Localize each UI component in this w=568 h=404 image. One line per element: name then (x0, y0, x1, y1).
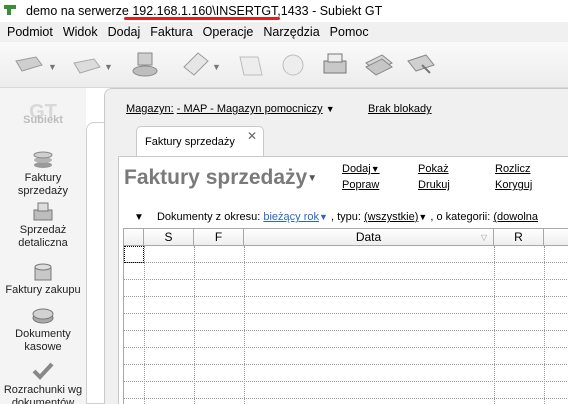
menu-dodaj[interactable]: Dodaj (103, 25, 146, 39)
tab-label: Faktury sprzedaży (145, 136, 235, 148)
type-dropdown[interactable]: (wszystkie) (364, 211, 418, 223)
app-logo-icon (4, 5, 16, 15)
sort-indicator-icon: ▽ (480, 233, 487, 242)
table-row[interactable] (124, 365, 568, 382)
nav-dokumenty-kasowe[interactable]: Dokumenty kasowe (0, 304, 86, 354)
documents-table: S F Data ▽ R (123, 228, 568, 404)
documents-icon[interactable] (362, 49, 396, 81)
focused-cell[interactable] (124, 246, 144, 263)
left-navigation: GT Subiekt Faktury sprzedaży Sprzedaż de… (0, 88, 86, 404)
period-dropdown[interactable]: bieżący rok (263, 211, 319, 223)
table-row[interactable] (124, 263, 568, 280)
table-row[interactable] (124, 314, 568, 331)
category-dropdown[interactable]: (dowolna (493, 211, 538, 223)
chevron-down-icon: ▼ (418, 212, 428, 222)
send-document-icon[interactable] (12, 49, 46, 81)
column-header-r[interactable]: R (494, 229, 544, 246)
chevron-down-icon: ▼ (370, 164, 380, 174)
nav-faktury-sprzedazy[interactable]: Faktury sprzedaży (0, 148, 86, 198)
window-title: demo na serwerze 192.168.1.160\INSERTGT,… (26, 4, 383, 18)
column-header-extra[interactable] (544, 229, 568, 246)
page-title[interactable]: Faktury sprzedaży▼ (124, 166, 317, 190)
cash-register-icon (33, 202, 53, 221)
table-row[interactable] (124, 297, 568, 314)
menu-widok[interactable]: Widok (58, 25, 103, 39)
table-row[interactable] (124, 246, 568, 263)
toolbar: ▼ ▼ ▼ (0, 42, 568, 88)
brand-label: Subiekt (23, 114, 63, 126)
popraw-button[interactable]: Popraw (342, 179, 379, 191)
column-header-f[interactable]: F (194, 229, 244, 246)
menu-faktura[interactable]: Faktura (145, 25, 197, 39)
nav-rozrachunki[interactable]: Rozrachunki wg dokumentów (0, 360, 86, 404)
table-row[interactable] (124, 348, 568, 365)
coins-icon (32, 308, 54, 324)
column-header-data[interactable]: Data ▽ (244, 229, 494, 246)
coins-stack-icon (34, 263, 52, 281)
filter-toggle-icon[interactable]: ▼ (134, 212, 144, 223)
coins-stack-icon (33, 151, 53, 168)
table-row[interactable] (124, 331, 568, 348)
chevron-down-icon: ▼ (319, 212, 328, 222)
rozlicz-button[interactable]: Rozlicz (495, 163, 530, 175)
menu-operacje[interactable]: Operacje (198, 25, 259, 39)
pokaz-button[interactable]: Pokaż (418, 163, 449, 175)
red-underline-annotation (124, 17, 280, 20)
blokady-link[interactable]: Brak blokady (368, 103, 432, 115)
close-icon[interactable]: ✕ (247, 129, 257, 143)
export-icon[interactable] (404, 49, 438, 81)
printer-icon[interactable] (318, 49, 352, 81)
filter-bar: ▼ Dokumenty z okresu: bieżący rok▼ , typ… (134, 211, 539, 223)
title-bar: demo na serwerze 192.168.1.160\INSERTGT,… (0, 0, 568, 22)
menu-podmiot[interactable]: Podmiot (2, 25, 58, 39)
chevron-down-icon: ▼ (325, 104, 335, 114)
koryguj-button[interactable]: Koryguj (495, 179, 532, 191)
menu-bar: Podmiot Widok Dodaj Faktura Operacje Nar… (0, 22, 568, 42)
chevron-down-icon[interactable]: ▼ (104, 62, 113, 72)
magazyn-selector[interactable]: Magazyn: - MAP - Magazyn pomocniczy ▼ (126, 103, 335, 115)
edit-document-icon[interactable] (234, 49, 268, 81)
table-row[interactable] (124, 280, 568, 297)
dodaj-button[interactable]: Dodaj▼ (342, 163, 380, 175)
receive-document-icon[interactable] (70, 49, 104, 81)
delete-document-icon[interactable] (276, 49, 310, 81)
menu-narzedzia[interactable]: Narzędzia (258, 25, 324, 39)
table-header: S F Data ▽ R (124, 229, 568, 246)
menu-pomoc[interactable]: Pomoc (325, 25, 374, 39)
tab-faktury-sprzedazy[interactable]: Faktury sprzedaży ✕ (136, 126, 264, 156)
chevron-down-icon[interactable]: ▼ (48, 62, 57, 72)
drukuj-button[interactable]: Drukuj (418, 179, 450, 191)
checkmark-icon (32, 362, 54, 380)
column-header-select[interactable] (124, 229, 144, 246)
document-icon[interactable] (178, 49, 212, 81)
stamp-icon[interactable] (128, 49, 162, 81)
chevron-down-icon: ▼ (307, 172, 318, 184)
chevron-down-icon[interactable]: ▼ (212, 62, 221, 72)
nav-sprzedaz-detaliczna[interactable]: Sprzedaż detaliczna (0, 200, 86, 250)
column-header-s[interactable]: S (144, 229, 194, 246)
nav-faktury-zakupu[interactable]: Faktury zakupu (0, 260, 86, 297)
table-row[interactable] (124, 382, 568, 399)
